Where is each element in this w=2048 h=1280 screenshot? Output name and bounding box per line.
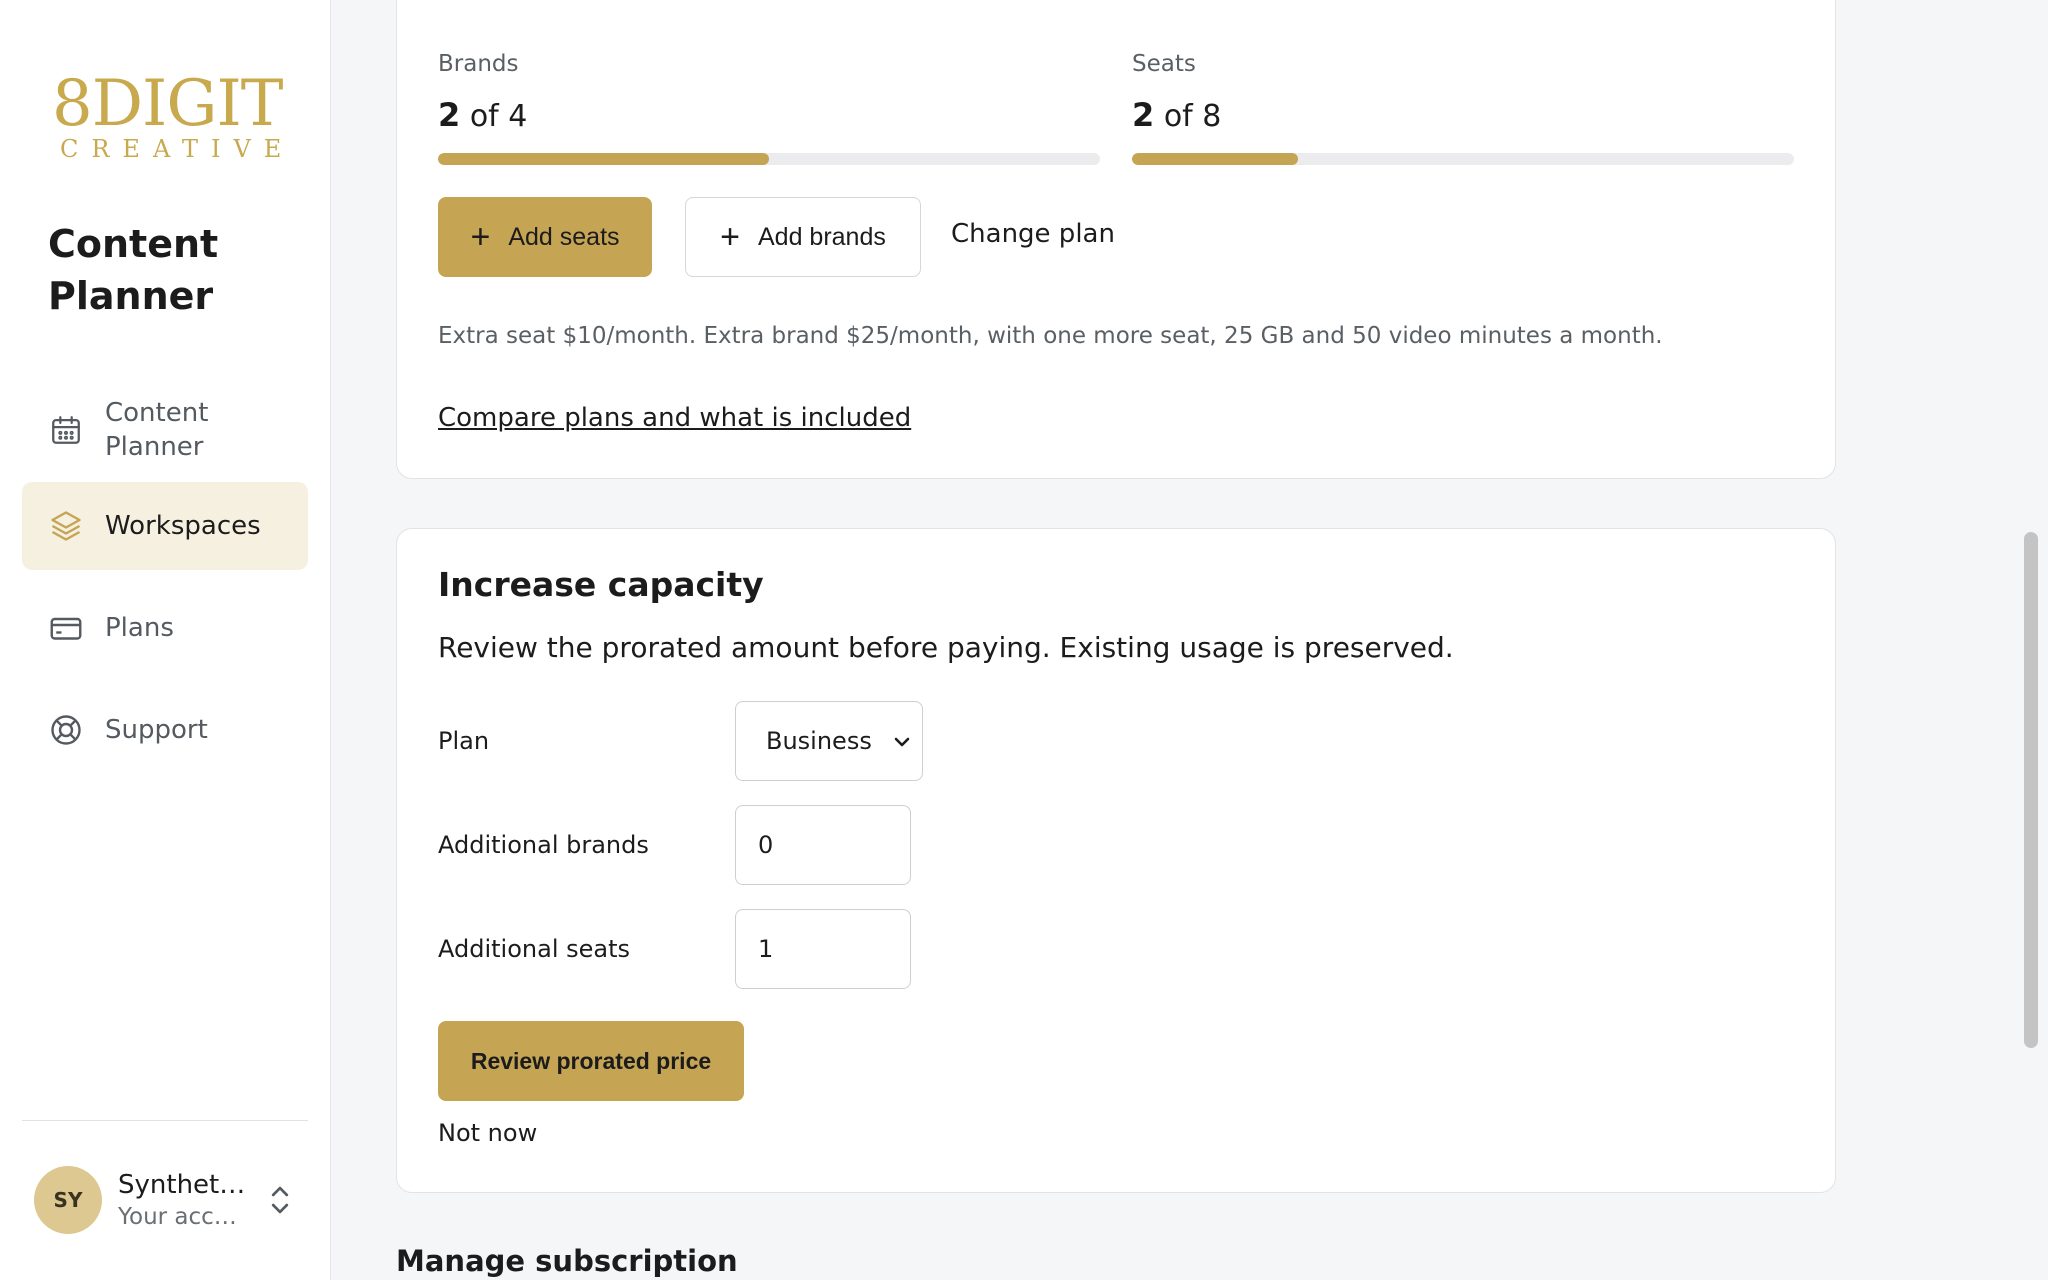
layers-icon [48, 508, 84, 544]
plan-select-value: Business [766, 727, 872, 755]
page-scrollbar[interactable] [2024, 532, 2038, 1048]
app-title: Content Planner [48, 222, 219, 318]
sidebar-item-label: Content Planner [105, 398, 209, 462]
seats-meter: Seats 2 of 8 [1132, 49, 1794, 165]
brands-label: Brands [438, 51, 519, 77]
brands-progress-track [438, 153, 1100, 165]
brand-logo[interactable]: 8DIGIT CREATIVE [52, 67, 295, 163]
brands-progress-fill [438, 153, 769, 165]
sidebar-item-support[interactable]: Support [22, 686, 308, 774]
sidebar-item-label: Support [105, 715, 208, 745]
plan-select[interactable]: Business [735, 701, 923, 781]
brands-used: 2 [438, 96, 461, 134]
brands-total: of 4 [469, 99, 528, 134]
not-now-link[interactable]: Not now [438, 1119, 537, 1147]
sidebar-nav: Content Planner Workspaces Plans Support [22, 378, 308, 774]
sidebar-item-label: Plans [105, 613, 174, 643]
usage-card: Brands 2 of 4 Seats 2 of 8 + Add seats +… [396, 0, 1836, 479]
plus-icon: + [720, 218, 740, 256]
seats-progress-track [1132, 153, 1794, 165]
plan-label: Plan [438, 727, 490, 755]
additional-seats-input[interactable]: 1 [735, 909, 911, 989]
pricing-note: Extra seat $10/month. Extra brand $25/mo… [438, 323, 1663, 349]
chevron-up-down-icon [268, 1182, 292, 1218]
sidebar-item-label: Workspaces [105, 511, 261, 541]
add-seats-label: Add seats [508, 222, 620, 251]
add-brands-button[interactable]: + Add brands [685, 197, 921, 277]
logo-line-2: CREATIVE [60, 135, 295, 163]
manage-subscription-heading: Manage subscription [396, 1244, 738, 1278]
review-prorated-price-button[interactable]: Review prorated price [438, 1021, 744, 1101]
seats-used: 2 [1132, 96, 1155, 134]
sidebar-item-content-planner[interactable]: Content Planner [22, 378, 308, 482]
sidebar-item-workspaces[interactable]: Workspaces [22, 482, 308, 570]
add-seats-button[interactable]: + Add seats [438, 197, 652, 277]
account-name: Syntheti... [118, 1170, 248, 1200]
change-plan-link[interactable]: Change plan [951, 219, 1115, 249]
sidebar: 8DIGIT CREATIVE Content Planner Content … [0, 0, 331, 1280]
additional-brands-input[interactable]: 0 [735, 805, 911, 885]
plus-icon: + [470, 218, 491, 256]
seats-value: 2 of 8 [1132, 97, 1794, 135]
sidebar-item-plans[interactable]: Plans [22, 584, 308, 672]
additional-brands-label: Additional brands [438, 831, 649, 859]
logo-line-1: 8DIGIT [52, 67, 283, 141]
chevron-down-icon [892, 730, 912, 758]
increase-capacity-card: Increase capacity Review the prorated am… [396, 528, 1836, 1193]
capacity-title: Increase capacity [438, 565, 764, 604]
seats-total: of 8 [1163, 99, 1222, 134]
compare-plans-link[interactable]: Compare plans and what is included [438, 403, 911, 433]
account-subtitle: Your acco... [118, 1204, 248, 1230]
lifebuoy-icon [48, 712, 84, 748]
sidebar-divider [22, 1120, 308, 1121]
add-brands-label: Add brands [757, 222, 886, 251]
credit-card-icon [48, 610, 84, 646]
brands-value: 2 of 4 [438, 97, 1100, 135]
seats-label: Seats [1132, 51, 1196, 77]
capacity-description: Review the prorated amount before paying… [438, 631, 1454, 664]
review-button-label: Review prorated price [470, 1047, 712, 1074]
account-text: Syntheti... Your acco... [118, 1168, 248, 1232]
calendar-icon [48, 412, 84, 448]
account-switcher[interactable]: SY Syntheti... Your acco... [34, 1164, 304, 1236]
seats-progress-fill [1132, 153, 1298, 165]
avatar: SY [34, 1166, 102, 1234]
brands-meter: Brands 2 of 4 [438, 49, 1100, 165]
additional-seats-label: Additional seats [438, 935, 630, 963]
